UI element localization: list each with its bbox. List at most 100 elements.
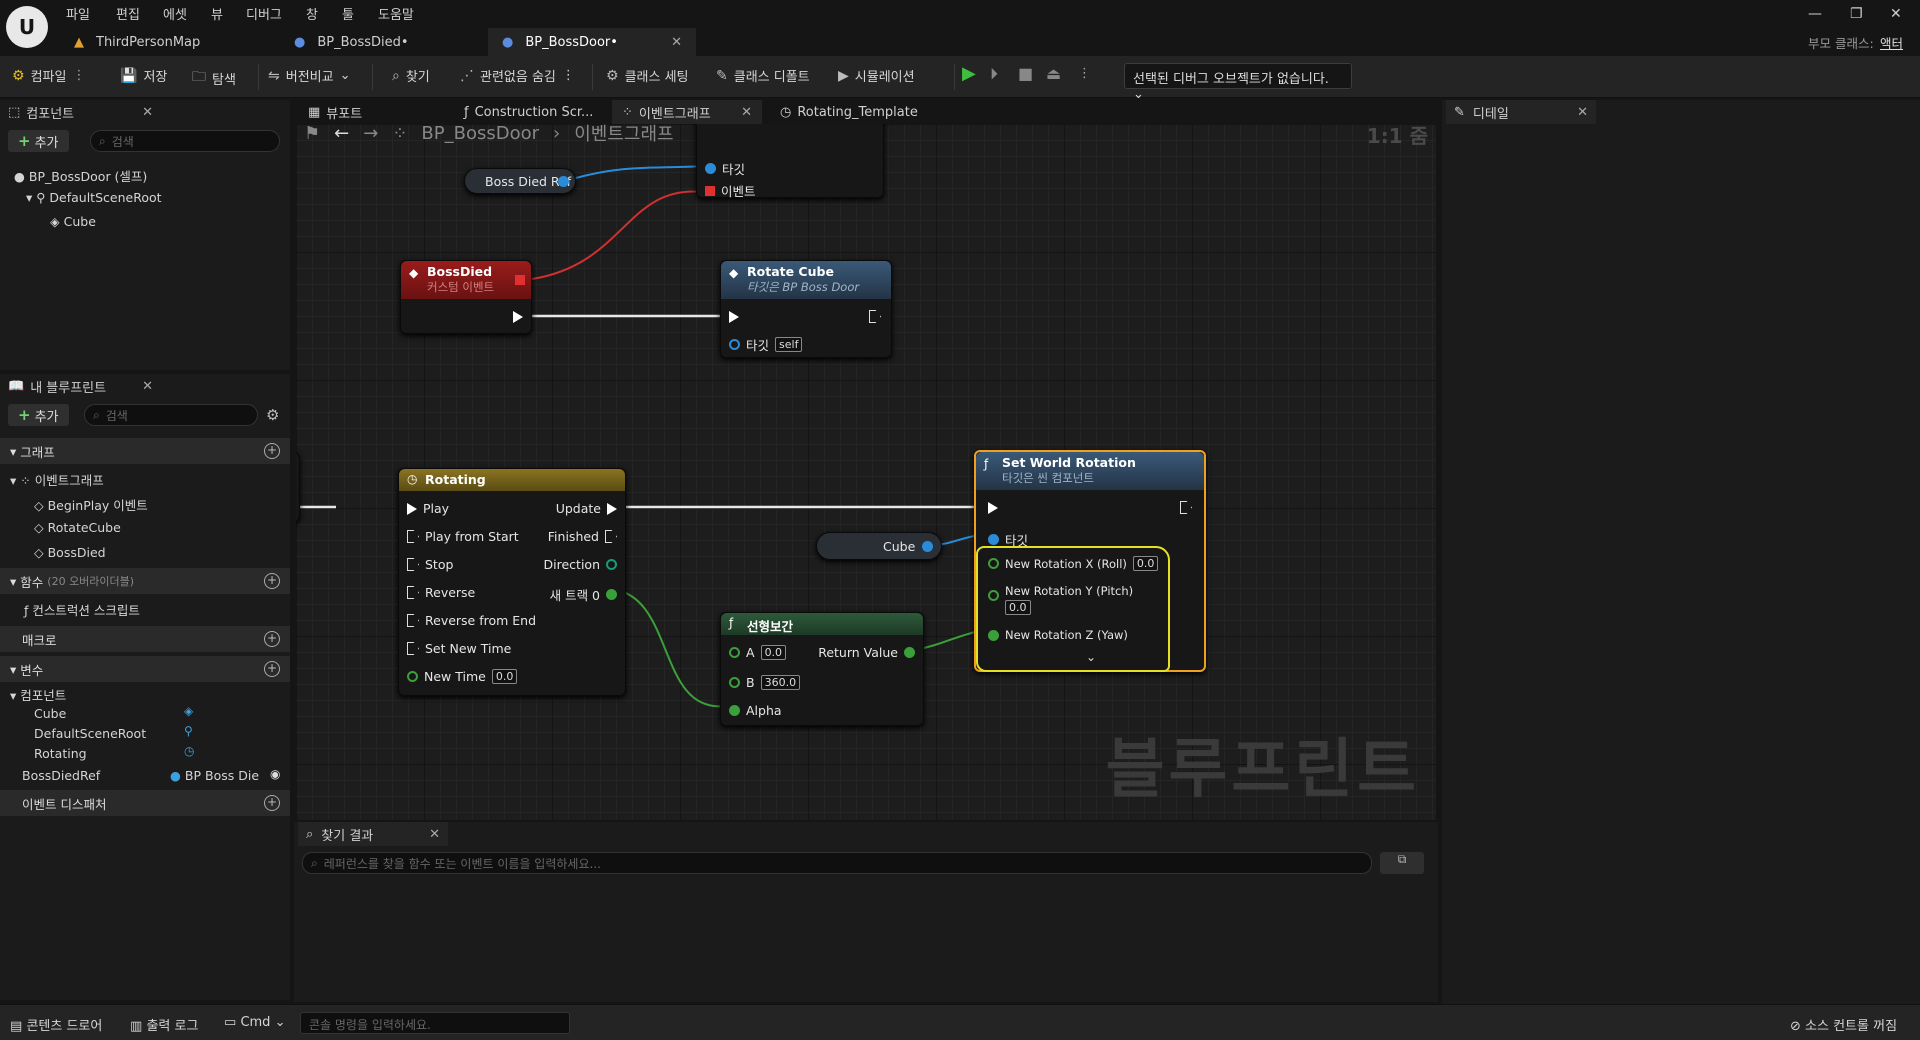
add-icon[interactable]: + <box>264 573 280 589</box>
event-graph-canvas[interactable]: 1:1 줌 ⚑ ← → ⁘ BP_BossDoor › 이벤트그래프 타깃 이벤… <box>296 124 1436 820</box>
tab-construction[interactable]: ƒ Construction Scr... <box>454 100 603 124</box>
more-icon[interactable]: ⋮ <box>562 68 575 83</box>
unreal-logo-icon[interactable]: U <box>6 6 48 48</box>
bossdied-event-node[interactable]: ◆ BossDied 커스텀 이벤트 <box>400 260 532 334</box>
step-icon[interactable]: ⏵ <box>990 64 998 84</box>
tab-event-graph[interactable]: ⁘ 이벤트그래프 ✕ <box>612 100 762 124</box>
target-pin[interactable]: 타깃 <box>705 159 745 178</box>
var-rotating[interactable]: Rotating <box>34 746 87 761</box>
delegate-pin-icon[interactable] <box>515 275 525 285</box>
restore-icon[interactable]: ❐ <box>1850 6 1863 22</box>
play-from-start-pin[interactable]: Play from Start <box>407 529 519 544</box>
tree-item-scene-root[interactable]: ▾ ⚲ DefaultSceneRoot <box>26 190 162 205</box>
tree-item-bossdied[interactable]: ◇ BossDied <box>34 545 106 560</box>
menu-view[interactable]: 뷰 <box>211 4 223 23</box>
stop-pin[interactable]: Stop <box>407 557 453 572</box>
target-pin[interactable]: 타깃 self <box>729 335 803 354</box>
binoculars-icon[interactable]: ⧉ <box>1380 852 1424 874</box>
find-results-tab[interactable]: ⌕ 찾기 결과 ✕ <box>298 822 448 846</box>
tree-item-cube[interactable]: ◈ Cube <box>50 214 96 229</box>
forward-icon[interactable]: → <box>363 124 378 144</box>
rotation-z-pin[interactable]: New Rotation Z (Yaw) <box>988 628 1128 642</box>
play-icon[interactable]: ▶ <box>962 63 976 84</box>
close-icon[interactable]: ✕ <box>142 105 153 120</box>
close-icon[interactable]: ✕ <box>142 379 153 394</box>
menu-edit[interactable]: 편집 <box>116 4 140 23</box>
boss-died-ref-node[interactable]: Boss Died Ref <box>464 168 576 194</box>
source-control-button[interactable]: ⊘ 소스 컨트롤 꺼짐 <box>1790 1015 1897 1034</box>
tree-item-event-graph[interactable]: ▾ ⁘ 이벤트그래프 <box>10 470 104 489</box>
exec-in-pin[interactable] <box>988 502 998 514</box>
add-icon[interactable]: + <box>264 795 280 811</box>
add-component-button[interactable]: + 추가 <box>8 130 69 152</box>
alpha-pin[interactable]: Alpha <box>729 703 782 718</box>
return-value-pin[interactable]: Return Value <box>818 645 915 660</box>
debug-object-select[interactable]: 선택된 디버그 오브젝트가 없습니다. ⌄ <box>1124 63 1352 102</box>
section-dispatchers[interactable]: 이벤트 디스패처 + <box>0 790 290 816</box>
new-time-value[interactable]: 0.0 <box>491 669 518 684</box>
more-icon[interactable]: ⋮ <box>72 68 85 83</box>
direction-pin[interactable]: Direction <box>544 557 617 572</box>
output-pin-icon[interactable] <box>922 541 933 552</box>
menu-tools[interactable]: 툴 <box>342 4 354 23</box>
back-icon[interactable]: ← <box>334 124 349 144</box>
b-value[interactable]: 360.0 <box>760 675 801 690</box>
menu-window[interactable]: 창 <box>306 4 318 23</box>
section-graphs[interactable]: ▾ 그래프 + <box>0 438 290 464</box>
section-variables[interactable]: ▾ 변수 + <box>0 656 290 682</box>
output-pin-icon[interactable] <box>558 176 569 187</box>
tree-item-components-cat[interactable]: ▾ 컴포넌트 <box>10 685 66 704</box>
find-button[interactable]: ⌕ 찾기 <box>392 66 430 86</box>
cube-getter-node[interactable]: Cube <box>816 532 942 560</box>
component-search-input[interactable]: ⌕ 검색 <box>90 130 280 152</box>
close-icon[interactable]: ✕ <box>429 827 440 842</box>
new-time-pin[interactable]: New Time 0.0 <box>407 669 518 684</box>
diff-button[interactable]: ⇋ 버전비교 ⌄ <box>268 66 350 86</box>
section-functions[interactable]: ▾ 함수 (20 오버라이더블) + <box>0 568 290 594</box>
var-bossdiedref[interactable]: BossDiedRef <box>22 768 100 783</box>
tab-viewport[interactable]: ▦ 뷰포트 <box>298 100 372 124</box>
bind-event-node[interactable]: 타깃 이벤트 <box>696 124 884 200</box>
save-button[interactable]: 💾 저장 <box>120 66 167 86</box>
gear-icon[interactable]: ⚙ <box>266 406 279 424</box>
console-input[interactable]: 콘솔 명령을 입력하세요. <box>300 1012 570 1034</box>
set-new-time-pin[interactable]: Set New Time <box>407 641 511 656</box>
menu-debug[interactable]: 디버그 <box>246 4 282 23</box>
a-pin[interactable]: A 0.0 <box>729 645 787 660</box>
exec-in-pin[interactable] <box>729 311 739 323</box>
add-icon[interactable]: + <box>264 443 280 459</box>
close-icon[interactable]: ✕ <box>741 105 752 120</box>
details-tab[interactable]: ✎ 디테일 ✕ <box>1446 100 1596 124</box>
find-results-input[interactable]: ⌕ 레퍼런스를 찾을 함수 또는 이벤트 이름을 입력하세요... <box>302 852 1372 874</box>
close-window-icon[interactable]: ✕ <box>1890 6 1902 22</box>
var-defaultsceneroot[interactable]: DefaultSceneRoot <box>34 726 146 741</box>
rotation-x-pin[interactable]: New Rotation X (Roll) 0.0 <box>988 556 1159 571</box>
tree-item-rotatecube[interactable]: ◇ RotateCube <box>34 520 121 535</box>
reverse-pin[interactable]: Reverse <box>407 585 475 600</box>
tree-item-root[interactable]: ● BP_BossDoor (셀프) <box>14 166 147 185</box>
class-defaults-button[interactable]: ✎ 클래스 디폴트 <box>716 66 810 86</box>
update-pin[interactable]: Update <box>556 501 617 516</box>
more-icon[interactable]: ⋮ <box>1078 66 1091 81</box>
blueprint-search-input[interactable]: ⌕ 검색 <box>84 404 258 426</box>
y-value[interactable]: 0.0 <box>1005 600 1031 615</box>
rotating-timeline-node[interactable]: ◷ Rotating Play Play from Start Stop Reve… <box>398 468 626 696</box>
add-member-button[interactable]: + 추가 <box>8 404 69 426</box>
reverse-from-end-pin[interactable]: Reverse from End <box>407 613 536 628</box>
simulation-button[interactable]: ▶ 시뮬레이션 <box>838 66 915 86</box>
x-value[interactable]: 0.0 <box>1132 556 1159 571</box>
menu-asset[interactable]: 에셋 <box>163 4 187 23</box>
add-icon[interactable]: + <box>264 631 280 647</box>
chevron-down-icon[interactable]: ⌄ <box>1086 650 1096 664</box>
hide-unrelated-button[interactable]: ⋰ 관련없음 숨김 ⋮ <box>460 66 575 86</box>
event-pin[interactable]: 이벤트 <box>705 181 756 200</box>
my-blueprint-tab[interactable]: 📖 내 블루프린트 ✕ <box>8 374 153 398</box>
offscreen-node[interactable] <box>296 452 300 522</box>
content-drawer-button[interactable]: ▤ 콘텐츠 드로어 <box>10 1015 102 1034</box>
rotation-y-pin[interactable]: New Rotation Y (Pitch) 0.0 <box>988 584 1133 615</box>
b-pin[interactable]: B 360.0 <box>729 675 801 690</box>
close-icon[interactable]: ✕ <box>671 35 682 50</box>
exec-out-pin[interactable] <box>869 310 881 323</box>
tab-bp-bossdoor[interactable]: ● BP_BossDoor• ✕ <box>488 28 696 56</box>
browse-button[interactable]: 🗀 탐색 <box>192 66 236 90</box>
